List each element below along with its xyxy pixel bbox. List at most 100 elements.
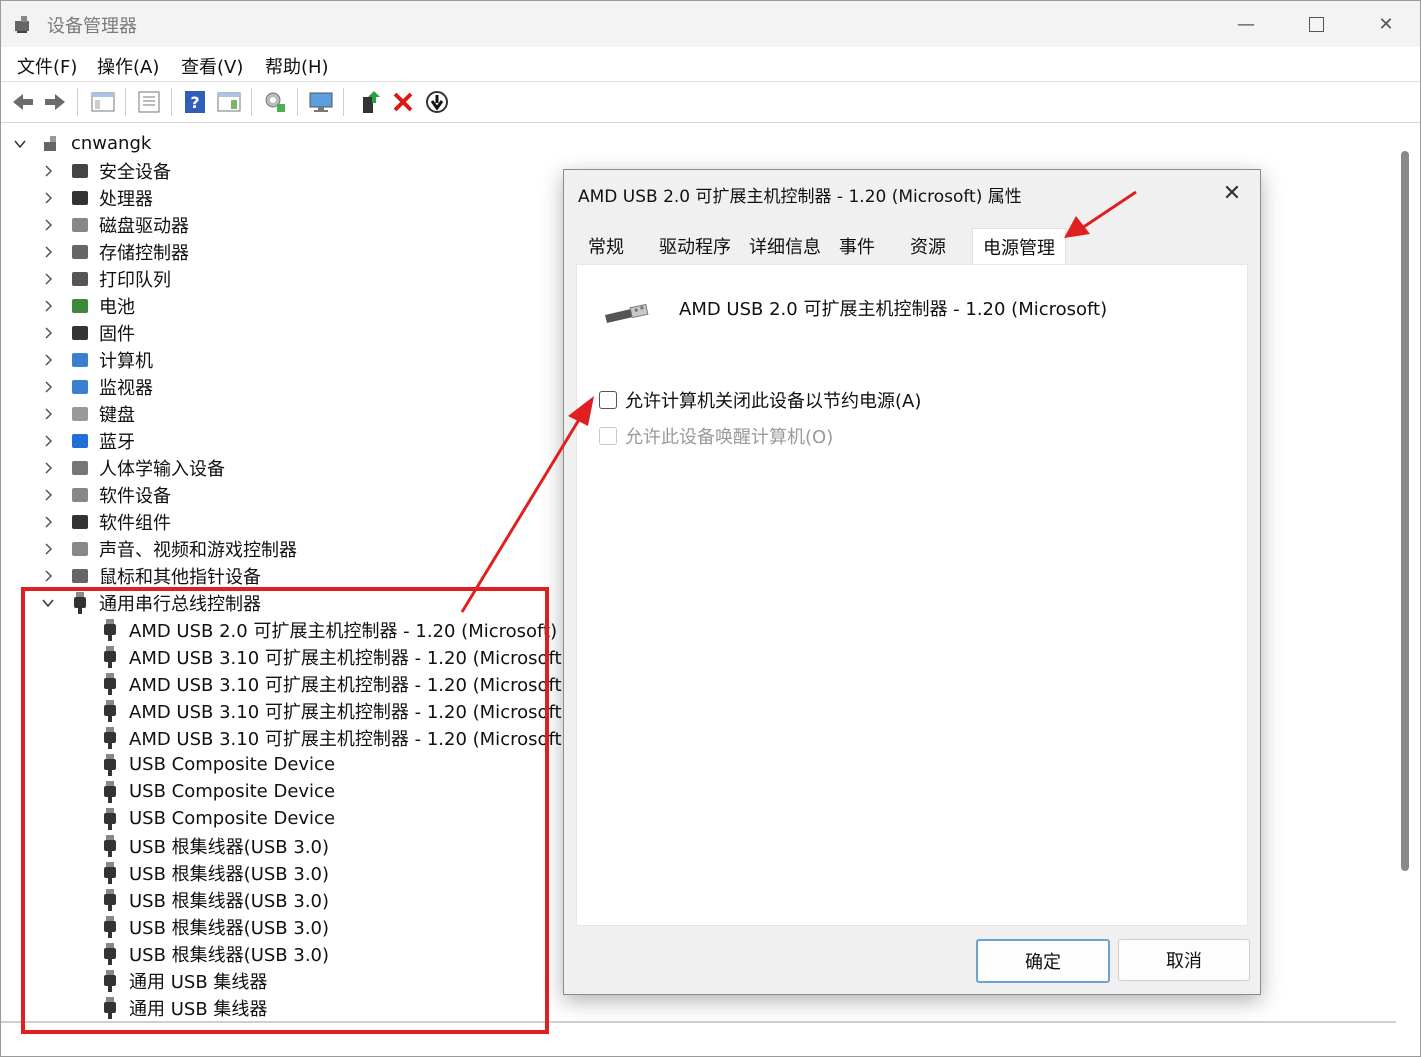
chevron-right-icon[interactable] bbox=[41, 461, 55, 475]
menu-bar: 文件(F) 操作(A) 查看(V) 帮助(H) bbox=[1, 47, 1420, 82]
computer-icon bbox=[69, 349, 91, 371]
tree-category-item[interactable]: 处理器 bbox=[41, 184, 153, 211]
menu-view[interactable]: 查看(V) bbox=[181, 53, 243, 79]
power-management-panel: AMD USB 2.0 可扩展主机控制器 - 1.20 (Microsoft) … bbox=[576, 264, 1248, 926]
tree-category-item[interactable]: 蓝牙 bbox=[41, 427, 135, 454]
keyboard-icon bbox=[69, 403, 91, 425]
toolbar-separator bbox=[171, 88, 172, 116]
tree-category-label: 监视器 bbox=[99, 377, 153, 399]
console-tree-icon bbox=[91, 92, 115, 112]
chevron-right-icon[interactable] bbox=[41, 488, 55, 502]
tab-details[interactable]: 详细信息 bbox=[749, 228, 821, 264]
chevron-right-icon[interactable] bbox=[41, 569, 55, 583]
chevron-right-icon[interactable] bbox=[41, 164, 55, 178]
vertical-scrollbar[interactable] bbox=[1401, 151, 1409, 871]
tree-category-item[interactable]: 磁盘驱动器 bbox=[41, 211, 189, 238]
ok-button[interactable]: 确定 bbox=[976, 939, 1110, 983]
tree-category-item[interactable]: 固件 bbox=[41, 319, 135, 346]
help-button[interactable]: ? bbox=[181, 88, 209, 116]
forward-button[interactable] bbox=[41, 88, 69, 116]
forward-arrow-icon bbox=[45, 94, 65, 110]
security-device-icon bbox=[69, 160, 91, 182]
chevron-right-icon[interactable] bbox=[41, 353, 55, 367]
tree-category-item[interactable]: 存储控制器 bbox=[41, 238, 189, 265]
tab-resources[interactable]: 资源 bbox=[910, 228, 946, 264]
back-arrow-icon bbox=[13, 94, 33, 110]
device-name: AMD USB 2.0 可扩展主机控制器 - 1.20 (Microsoft) bbox=[679, 299, 1108, 320]
disable-device-button[interactable] bbox=[423, 88, 451, 116]
chevron-right-icon[interactable] bbox=[41, 245, 55, 259]
chevron-right-icon[interactable] bbox=[41, 515, 55, 529]
chevron-right-icon[interactable] bbox=[41, 191, 55, 205]
chevron-right-icon[interactable] bbox=[41, 542, 55, 556]
chevron-right-icon[interactable] bbox=[41, 407, 55, 421]
menu-help[interactable]: 帮助(H) bbox=[265, 53, 329, 79]
menu-action[interactable]: 操作(A) bbox=[97, 53, 159, 79]
chevron-right-icon[interactable] bbox=[41, 218, 55, 232]
close-window-button[interactable]: ✕ bbox=[1351, 1, 1420, 47]
tree-category-item[interactable]: 安全设备 bbox=[41, 157, 171, 184]
minimize-button[interactable]: — bbox=[1211, 1, 1281, 47]
audio-icon bbox=[69, 538, 91, 560]
chevron-down-icon[interactable] bbox=[13, 137, 27, 151]
chevron-right-icon[interactable] bbox=[41, 326, 55, 340]
software-component-icon bbox=[69, 511, 91, 533]
toolbar-separator bbox=[251, 88, 252, 116]
hid-icon bbox=[69, 457, 91, 479]
software-device-icon bbox=[69, 484, 91, 506]
back-button[interactable] bbox=[9, 88, 37, 116]
properties-icon bbox=[138, 91, 160, 113]
tree-category-item[interactable]: 电池 bbox=[41, 292, 135, 319]
toolbar: ? bbox=[1, 82, 1420, 123]
properties-button[interactable] bbox=[135, 88, 163, 116]
window-title: 设备管理器 bbox=[47, 16, 137, 37]
tree-category-label: 鼠标和其他指针设备 bbox=[99, 566, 261, 588]
annotation-highlight-box bbox=[21, 587, 549, 1034]
svg-text:?: ? bbox=[190, 93, 199, 112]
tab-general[interactable]: 常规 bbox=[588, 228, 624, 264]
tree-category-item[interactable]: 软件组件 bbox=[41, 508, 171, 535]
tree-category-item[interactable]: 打印队列 bbox=[41, 265, 171, 292]
chevron-right-icon[interactable] bbox=[41, 272, 55, 286]
tree-category-item[interactable]: 声音、视频和游戏控制器 bbox=[41, 535, 297, 562]
tree-category-item[interactable]: 鼠标和其他指针设备 bbox=[41, 562, 261, 589]
tree-category-item[interactable]: 计算机 bbox=[41, 346, 153, 373]
tree-category-label: 键盘 bbox=[99, 404, 135, 426]
scan-hardware-button[interactable] bbox=[261, 88, 289, 116]
printer-icon bbox=[69, 268, 91, 290]
tree-category-label: 存储控制器 bbox=[99, 242, 189, 264]
tab-power-management[interactable]: 电源管理 bbox=[972, 228, 1066, 265]
tree-category-item[interactable]: 键盘 bbox=[41, 400, 135, 427]
menu-file[interactable]: 文件(F) bbox=[17, 53, 77, 79]
chevron-right-icon[interactable] bbox=[41, 299, 55, 313]
storage-controller-icon bbox=[69, 241, 91, 263]
tree-category-item[interactable]: 监视器 bbox=[41, 373, 153, 400]
tab-driver[interactable]: 驱动程序 bbox=[659, 228, 731, 264]
uninstall-device-button[interactable] bbox=[389, 88, 417, 116]
action-pane-button[interactable] bbox=[215, 88, 243, 116]
allow-power-off-checkbox[interactable] bbox=[599, 391, 617, 409]
toolbar-separator bbox=[343, 88, 344, 116]
tree-category-item[interactable]: 人体学输入设备 bbox=[41, 454, 225, 481]
chevron-right-icon[interactable] bbox=[41, 434, 55, 448]
help-icon: ? bbox=[185, 91, 205, 113]
tab-events[interactable]: 事件 bbox=[839, 228, 875, 264]
tree-category-label: 电池 bbox=[99, 296, 135, 318]
allow-power-off-label: 允许计算机关闭此设备以节约电源(A) bbox=[625, 391, 922, 412]
maximize-button[interactable] bbox=[1281, 1, 1351, 47]
chevron-right-icon[interactable] bbox=[41, 380, 55, 394]
tree-root[interactable]: cnwangk bbox=[13, 130, 151, 157]
monitor-icon bbox=[69, 376, 91, 398]
allow-power-off-option[interactable]: 允许计算机关闭此设备以节约电源(A) bbox=[599, 387, 921, 413]
tree-category-label: 蓝牙 bbox=[99, 431, 135, 453]
dialog-close-button[interactable]: ✕ bbox=[1210, 174, 1254, 212]
cancel-button[interactable]: 取消 bbox=[1118, 939, 1250, 981]
update-driver-button[interactable] bbox=[357, 88, 385, 116]
uninstall-x-icon bbox=[393, 92, 413, 112]
tree-category-label: 固件 bbox=[99, 323, 135, 345]
show-hide-console-tree-button[interactable] bbox=[89, 88, 117, 116]
disable-device-icon bbox=[426, 91, 448, 113]
computer-view-button[interactable] bbox=[307, 88, 335, 116]
processor-icon bbox=[69, 187, 91, 209]
tree-category-item[interactable]: 软件设备 bbox=[41, 481, 171, 508]
